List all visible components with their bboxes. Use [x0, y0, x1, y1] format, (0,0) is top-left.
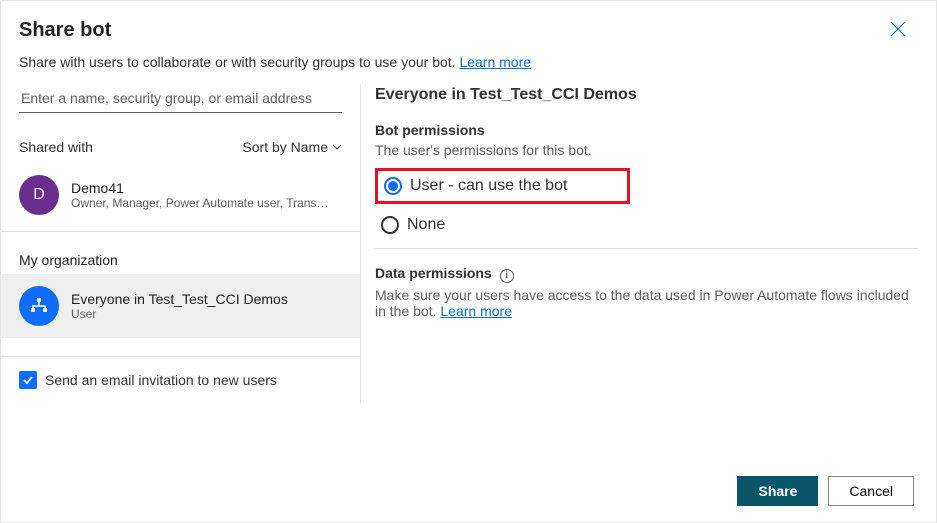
avatar: D — [19, 175, 59, 215]
learn-more-link[interactable]: Learn more — [440, 303, 512, 319]
member-name: Demo41 — [71, 180, 331, 196]
dialog-title: Share bot — [19, 19, 111, 42]
radio-user-highlight: User - can use the bot — [375, 168, 630, 204]
cancel-button[interactable]: Cancel — [828, 476, 914, 506]
sort-by-button[interactable]: Sort by Name — [242, 139, 342, 155]
list-item[interactable]: D Demo41 Owner, Manager, Power Automate … — [1, 165, 360, 231]
bot-permissions-desc: The user's permissions for this bot. — [375, 142, 918, 158]
chevron-down-icon — [332, 141, 342, 153]
subtitle-text: Share with users to collaborate or with … — [19, 54, 459, 70]
org-icon — [19, 286, 59, 326]
radio-none-label: None — [407, 216, 445, 234]
shared-with-label: Shared with — [19, 139, 93, 155]
share-input[interactable]: Enter a name, security group, or email a… — [19, 84, 342, 113]
sort-label: Sort by Name — [242, 139, 328, 155]
divider — [375, 248, 918, 249]
close-icon[interactable] — [884, 19, 912, 44]
list-item[interactable]: Everyone in Test_Test_CCI Demos User — [1, 274, 360, 338]
radio-user-label: User - can use the bot — [410, 177, 567, 195]
radio-none[interactable] — [381, 216, 399, 234]
data-permissions-title: Data permissions i — [375, 265, 918, 283]
learn-more-link[interactable]: Learn more — [459, 54, 531, 70]
my-organization-label: My organization — [1, 231, 360, 274]
org-item-name: Everyone in Test_Test_CCI Demos — [71, 291, 288, 307]
org-item-role: User — [71, 307, 288, 321]
email-invite-checkbox[interactable] — [19, 371, 37, 389]
selected-entity-title: Everyone in Test_Test_CCI Demos — [375, 86, 918, 104]
right-pane: Everyone in Test_Test_CCI Demos Bot perm… — [361, 84, 936, 403]
info-icon[interactable]: i — [500, 269, 514, 283]
bot-permissions-title: Bot permissions — [375, 122, 918, 138]
share-button[interactable]: Share — [737, 476, 818, 506]
radio-user[interactable] — [384, 177, 402, 195]
email-invite-label: Send an email invitation to new users — [45, 372, 277, 388]
member-roles: Owner, Manager, Power Automate user, Tra… — [71, 196, 331, 210]
left-pane: Enter a name, security group, or email a… — [1, 84, 361, 403]
dialog-subtitle: Share with users to collaborate or with … — [1, 54, 936, 84]
data-permissions-desc: Make sure your users have access to the … — [375, 287, 918, 319]
